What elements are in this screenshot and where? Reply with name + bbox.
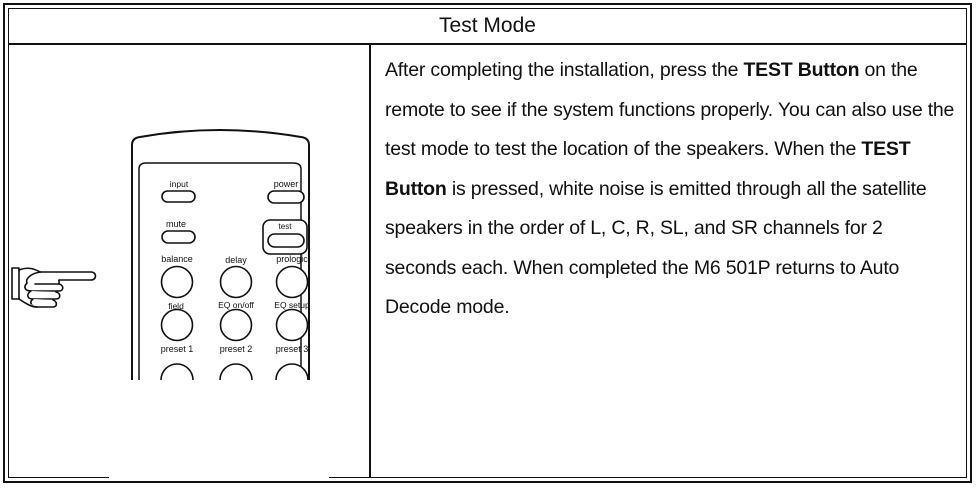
table: Test Mode input power mute test balance … xyxy=(8,8,967,481)
crop-mask xyxy=(109,381,329,481)
balance-button[interactable] xyxy=(160,265,194,299)
label-preset1: preset 1 xyxy=(161,344,194,354)
label-preset2: preset 2 xyxy=(220,344,253,354)
input-button[interactable] xyxy=(161,190,196,203)
delay-button[interactable] xyxy=(219,265,253,299)
eq-onoff-button[interactable] xyxy=(219,308,253,342)
label-eq-onoff: EQ on/off xyxy=(218,300,254,310)
power-button[interactable] xyxy=(267,190,305,204)
label-prologic: prologic xyxy=(276,254,308,264)
label-eq-setup: EQ setup xyxy=(274,300,310,310)
description-text-1: After completing the installation, press… xyxy=(385,59,744,81)
test-button-emphasis-1: TEST Button xyxy=(743,59,860,81)
mute-button[interactable] xyxy=(161,230,196,244)
label-mute: mute xyxy=(166,219,186,229)
label-input: input xyxy=(170,179,189,189)
field-button[interactable] xyxy=(160,308,194,342)
prologic-button[interactable] xyxy=(275,265,309,299)
document-frame: Test Mode input power mute test balance … xyxy=(3,3,972,483)
label-delay: delay xyxy=(225,255,247,265)
label-power: power xyxy=(274,179,299,189)
illustration-cell: input power mute test balance delay prol… xyxy=(9,45,371,481)
label-test: test xyxy=(279,222,293,231)
remote-illustration: input power mute test balance delay prol… xyxy=(11,129,329,481)
section-title: Test Mode xyxy=(9,9,966,45)
description-paragraph: After completing the installation, press… xyxy=(385,51,958,328)
label-preset3: preset 3 xyxy=(276,344,309,354)
description-text-3: is pressed, white noise is emitted throu… xyxy=(385,177,927,319)
description-cell: After completing the installation, press… xyxy=(371,45,966,477)
test-button[interactable] xyxy=(267,233,305,248)
label-balance: balance xyxy=(161,254,193,264)
eq-setup-button[interactable] xyxy=(275,308,309,342)
pointing-hand-icon xyxy=(11,267,97,308)
